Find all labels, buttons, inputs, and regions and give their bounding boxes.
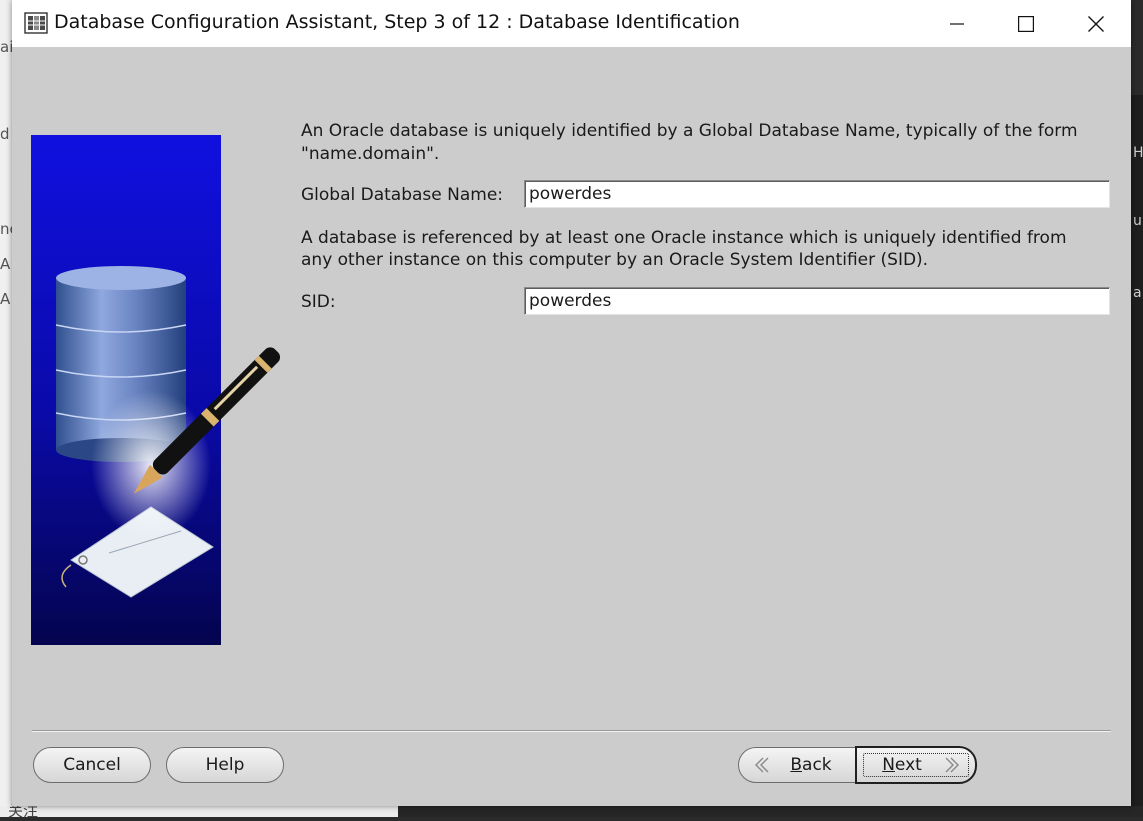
bg-fragment: A	[0, 290, 11, 308]
cancel-button[interactable]: Cancel	[33, 747, 151, 783]
background-dark-strip	[398, 806, 1143, 817]
database-illustration	[31, 135, 281, 645]
bg-fragment: un	[1133, 213, 1143, 229]
maximize-button[interactable]	[991, 0, 1061, 47]
close-button[interactable]	[1061, 0, 1131, 47]
minimize-icon	[950, 22, 964, 25]
intro-text-line-2: "name.domain".	[301, 144, 440, 164]
close-icon	[1088, 15, 1104, 32]
title-bar[interactable]: Database Configuration Assistant, Step 3…	[12, 0, 1131, 47]
bg-fragment: d	[0, 125, 10, 143]
bg-fragment: a	[1133, 285, 1142, 301]
window-title: Database Configuration Assistant, Step 3…	[54, 11, 740, 33]
minimize-button[interactable]	[922, 0, 992, 47]
sid-label: SID:	[301, 292, 336, 312]
bg-fragment: A	[0, 255, 11, 273]
sid-input[interactable]: powerdes	[524, 287, 1110, 315]
help-button[interactable]: Help	[166, 747, 284, 783]
cancel-button-label: Cancel	[63, 755, 121, 775]
chevron-right-icon	[945, 757, 959, 773]
sid-text-line-2: any other instance on this computer by a…	[301, 250, 929, 270]
back-button-label: Back	[790, 755, 832, 775]
footer-separator	[32, 730, 1111, 732]
help-button-label: Help	[205, 755, 245, 775]
next-button[interactable]: Next	[855, 746, 977, 784]
global-db-name-label: Global Database Name:	[301, 185, 504, 205]
database-app-icon	[24, 12, 48, 34]
maximize-icon	[1018, 15, 1034, 32]
background-window-right: H un a	[1130, 95, 1143, 817]
global-db-name-input[interactable]: powerdes	[524, 180, 1110, 208]
dbca-window: Database Configuration Assistant, Step 3…	[12, 0, 1131, 806]
sid-text-line-1: A database is referenced by at least one…	[301, 228, 1067, 248]
intro-text-line-1: An Oracle database is uniquely identifie…	[301, 121, 1078, 141]
back-button[interactable]: Back	[738, 747, 856, 783]
bg-fragment: H	[1133, 145, 1143, 161]
chevron-left-icon	[755, 757, 769, 773]
